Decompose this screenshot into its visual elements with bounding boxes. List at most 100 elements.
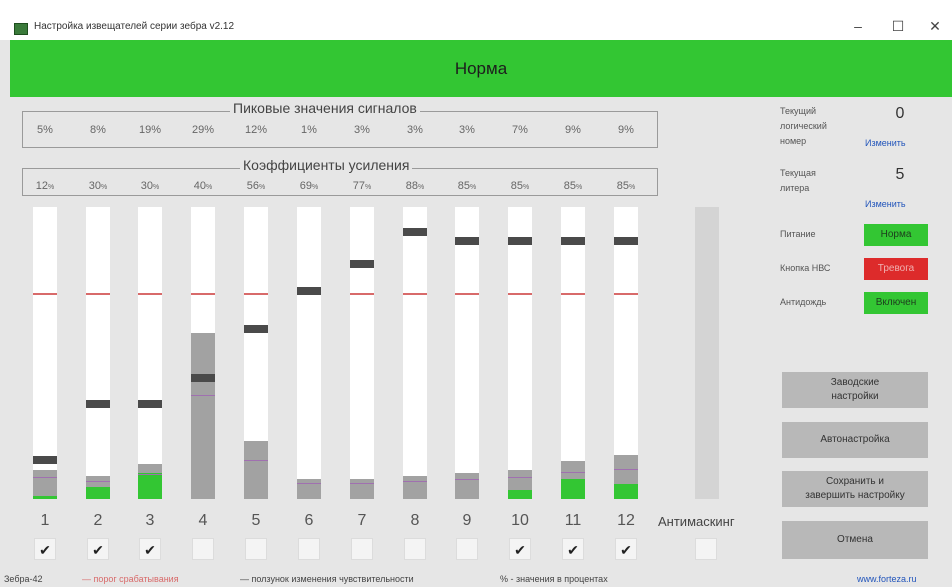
gain-number: 12 <box>35 180 48 192</box>
channel-checkbox[interactable]: ✔ <box>87 538 109 560</box>
gain-unit: % <box>576 184 583 191</box>
current-signal-fill <box>86 487 110 499</box>
channel-number: 6 <box>304 512 314 529</box>
gain-value: 30% <box>72 180 124 192</box>
gain-unit: % <box>523 184 530 191</box>
antimasking-label: Антимаскинг <box>658 514 735 529</box>
current-signal-fill <box>614 484 638 499</box>
gain-unit: % <box>101 184 108 191</box>
channel-checkbox[interactable]: ✔ <box>615 538 637 560</box>
gain-number: 88 <box>405 180 418 192</box>
gain-unit: % <box>418 184 425 191</box>
threshold-line <box>86 292 110 295</box>
gain-title: Коэффициенты усиления <box>240 157 413 173</box>
sensitivity-slider[interactable] <box>86 400 110 409</box>
antimasking-checkbox[interactable] <box>695 538 717 560</box>
gain-value: 30% <box>124 180 176 192</box>
peak-value: 3% <box>407 124 423 136</box>
gain-unit: % <box>365 184 372 191</box>
anti-rain-status-badge: Включен <box>864 292 928 314</box>
gain-unit: % <box>470 184 477 191</box>
sensitivity-slider[interactable] <box>508 236 532 245</box>
channel-bar <box>455 207 479 499</box>
channel-checkbox[interactable]: ✔ <box>34 538 56 560</box>
minimize-button[interactable]: – <box>843 14 873 38</box>
maximize-button[interactable]: ☐ <box>883 14 913 38</box>
channel-checkbox[interactable]: ✔ <box>562 538 584 560</box>
gain-value: 40% <box>177 180 229 192</box>
sensitivity-slider[interactable] <box>614 236 638 245</box>
gain-number: 30 <box>140 180 153 192</box>
sensitivity-slider[interactable] <box>244 324 268 333</box>
litera-label: Текущая литера <box>780 168 816 193</box>
channel-checkbox[interactable] <box>245 538 267 560</box>
website-link[interactable]: www.forteza.ru <box>857 574 917 584</box>
peak-marker-line <box>614 468 638 470</box>
status-text: Норма <box>454 59 508 78</box>
threshold-line <box>403 292 427 295</box>
autotune-button[interactable]: Автонастройка <box>782 422 928 458</box>
channel-checkbox[interactable] <box>404 538 426 560</box>
gain-number: 85 <box>616 180 629 192</box>
peak-value: 3% <box>354 124 370 136</box>
channel-number: 2 <box>93 512 103 529</box>
channel-checkbox[interactable]: ✔ <box>139 538 161 560</box>
peak-marker-line <box>33 477 57 479</box>
channel-checkbox[interactable] <box>351 538 373 560</box>
peak-value: 9% <box>565 124 581 136</box>
sensitivity-slider[interactable] <box>138 400 162 409</box>
gain-number: 30 <box>88 180 101 192</box>
checkmark-icon: ✔ <box>620 542 632 558</box>
channel-bar <box>614 207 638 499</box>
channel-checkbox[interactable] <box>192 538 214 560</box>
peak-value: 12% <box>244 124 268 136</box>
channel-checkbox[interactable] <box>298 538 320 560</box>
sensitivity-slider[interactable] <box>33 455 57 464</box>
change-logical-number-link[interactable]: Изменить <box>865 138 906 148</box>
peak-marker-line <box>297 482 321 484</box>
peak-value: 7% <box>512 124 528 136</box>
channel-checkbox[interactable]: ✔ <box>509 538 531 560</box>
peak-marker-line <box>561 472 585 474</box>
gain-number: 85 <box>510 180 523 192</box>
factory-settings-button[interactable]: Заводские настройки <box>782 372 928 408</box>
checkmark-icon: ✔ <box>39 542 51 558</box>
gain-value: 85% <box>547 180 599 192</box>
sensitivity-slider[interactable] <box>297 286 321 295</box>
change-litera-link[interactable]: Изменить <box>865 199 906 209</box>
signal-level-fill <box>350 478 374 499</box>
signal-level-fill <box>191 332 215 499</box>
peak-marker-line <box>86 480 110 482</box>
logical-number-label: Текущий логический номер <box>780 106 827 146</box>
sensitivity-slider[interactable] <box>561 236 585 245</box>
channel-bar <box>297 207 321 499</box>
close-button[interactable]: ✕ <box>920 14 950 38</box>
peak-marker-line <box>191 395 215 397</box>
cancel-button[interactable]: Отмена <box>782 521 928 559</box>
channel-bar <box>350 207 374 499</box>
signal-level-fill <box>455 472 479 499</box>
save-finish-button[interactable]: Сохранить и завершить настройку <box>782 471 928 507</box>
signal-level-fill <box>403 475 427 499</box>
sensitivity-slider[interactable] <box>350 260 374 269</box>
status-banner: Норма <box>10 40 952 97</box>
sensitivity-slider[interactable] <box>403 228 427 237</box>
legend-bar: Зебра-42 — порог срабатывания — ползунок… <box>0 574 952 587</box>
channel-bar <box>86 207 110 499</box>
sensitivity-slider[interactable] <box>455 236 479 245</box>
gain-number: 85 <box>457 180 470 192</box>
power-label: Питание <box>780 229 816 239</box>
threshold-line <box>138 292 162 295</box>
channel-bar <box>33 207 57 499</box>
gain-unit: % <box>259 184 266 191</box>
peak-marker-line <box>455 479 479 481</box>
power-status-badge: Норма <box>864 224 928 246</box>
channel-checkbox[interactable] <box>456 538 478 560</box>
sensitivity-slider[interactable] <box>191 374 215 383</box>
legend-sensitivity: — ползунок изменения чувствительности <box>240 574 414 584</box>
checkmark-icon: ✔ <box>92 542 104 558</box>
gain-unit: % <box>312 184 319 191</box>
gain-value: 88% <box>389 180 441 192</box>
gain-value: 69% <box>283 180 335 192</box>
title-bar: Настройка извещателей серии зебра v2.12 … <box>0 0 952 40</box>
